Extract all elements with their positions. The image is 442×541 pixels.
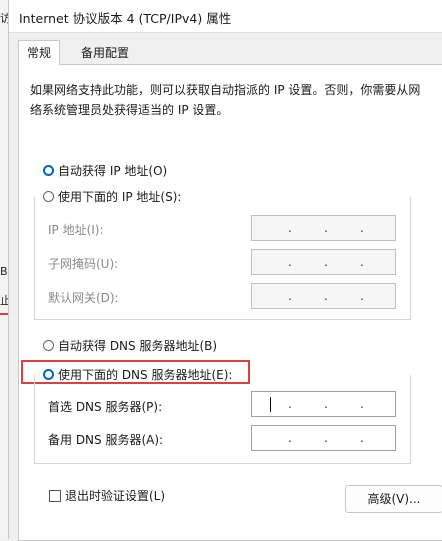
ip-dot: . bbox=[288, 255, 292, 269]
ip-dot: . bbox=[288, 431, 292, 445]
default-gateway-label: 默认网关(D): bbox=[48, 291, 119, 305]
auto-dns-label: 自动获得 DNS 服务器地址(B) bbox=[58, 339, 218, 353]
ip-dot: . bbox=[360, 221, 364, 235]
radio-auto-ip[interactable] bbox=[43, 165, 54, 176]
auto-ip-option[interactable]: 自动获得 IP 地址(O) bbox=[43, 162, 167, 179]
tab-strip: 常规 备用配置 bbox=[18, 40, 442, 65]
auto-ip-label: 自动获得 IP 地址(O) bbox=[58, 164, 168, 178]
validate-on-exit-option[interactable]: 退出时验证设置(L) bbox=[49, 487, 165, 504]
preferred-dns-input[interactable]: . . . bbox=[251, 391, 396, 417]
text-cursor bbox=[270, 397, 271, 412]
ip-dot: . bbox=[324, 431, 328, 445]
auto-dns-option[interactable]: 自动获得 DNS 服务器地址(B) bbox=[43, 337, 217, 354]
advanced-button[interactable]: 高级(V)... bbox=[345, 485, 442, 513]
default-gateway-input[interactable]: . . . bbox=[251, 283, 396, 309]
ip-dot: . bbox=[324, 255, 328, 269]
window-title: Internet 协议版本 4 (TCP/IPv4) 属性 bbox=[19, 11, 232, 26]
description-text: 如果网络支持此功能，则可以获取自动指派的 IP 设置。否则，你需要从网络系统管理… bbox=[30, 83, 421, 117]
ip-dot: . bbox=[360, 255, 364, 269]
ip-dot: . bbox=[360, 289, 364, 303]
preferred-dns-label: 首选 DNS 服务器(P): bbox=[48, 400, 163, 414]
alternate-dns-label: 备用 DNS 服务器(A): bbox=[48, 433, 164, 447]
ip-dot: . bbox=[288, 397, 292, 411]
ip-dot: . bbox=[288, 289, 292, 303]
ip-address-input[interactable]: . . . bbox=[251, 215, 396, 241]
ip-dot: . bbox=[288, 221, 292, 235]
tab-alternate-config[interactable]: 备用配置 bbox=[73, 42, 137, 64]
background-text-2: B bbox=[0, 265, 8, 278]
ip-dot: . bbox=[360, 431, 364, 445]
ip-dot: . bbox=[324, 397, 328, 411]
title-bar[interactable]: Internet 协议版本 4 (TCP/IPv4) 属性 bbox=[9, 0, 442, 33]
radio-auto-dns[interactable] bbox=[43, 340, 54, 351]
ip-dot: . bbox=[360, 397, 364, 411]
validate-label: 退出时验证设置(L) bbox=[65, 489, 166, 503]
alternate-dns-input[interactable]: . . . bbox=[251, 425, 396, 451]
ip-dot: . bbox=[324, 289, 328, 303]
tab-general[interactable]: 常规 bbox=[18, 40, 61, 65]
validate-checkbox[interactable] bbox=[49, 489, 61, 502]
subnet-mask-input[interactable]: . . . bbox=[251, 249, 396, 275]
ip-address-label: IP 地址(I): bbox=[48, 223, 104, 237]
ip-dot: . bbox=[324, 221, 328, 235]
subnet-mask-label: 子网掩码(U): bbox=[48, 257, 119, 271]
